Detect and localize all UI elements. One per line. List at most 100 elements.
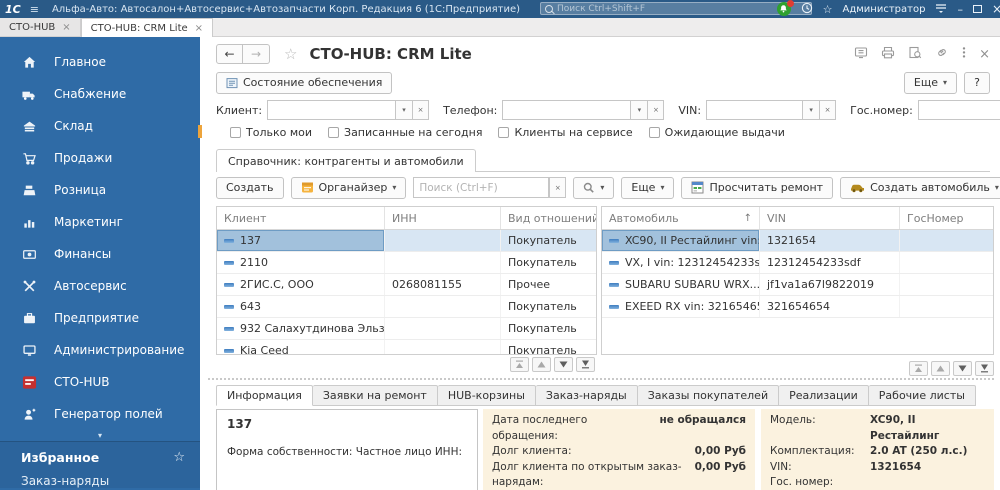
- sidebar-item-sklad[interactable]: Склад: [0, 110, 200, 142]
- tab-close-icon[interactable]: ×: [62, 22, 70, 33]
- chevron-down-icon[interactable]: ▾: [395, 100, 413, 120]
- chevron-down-icon[interactable]: ▾: [630, 100, 648, 120]
- inn-cell[interactable]: 0268081155: [385, 274, 501, 295]
- sidebar-item-finansy[interactable]: Финансы: [0, 238, 200, 270]
- car-cell[interactable]: EXEED RX vin: 321654654: [602, 296, 760, 317]
- client-cell[interactable]: 932 Салахутдинова Эльза Ри...: [217, 318, 385, 339]
- checkbox-box[interactable]: [328, 127, 340, 138]
- sidebar-item-sto-hub[interactable]: СТО-HUB: [0, 366, 200, 398]
- relation-cell[interactable]: Покупатель: [501, 252, 596, 273]
- checkbox-only-mine[interactable]: Только мои: [230, 126, 312, 139]
- save-settings-icon[interactable]: [854, 46, 868, 62]
- scroll-top-button[interactable]: [510, 357, 529, 372]
- more-actions-icon[interactable]: [962, 46, 966, 62]
- vin-cell[interactable]: jf1va1a67l9822019: [760, 274, 900, 295]
- tab-zakaz-naryady[interactable]: Заказ-наряды: [535, 385, 638, 406]
- link-icon[interactable]: [935, 46, 949, 62]
- inn-cell[interactable]: [385, 252, 501, 273]
- calc-repair-button[interactable]: Просчитать ремонт: [681, 176, 834, 199]
- checkbox-awaiting-delivery[interactable]: Ожидающие выдачи: [648, 126, 785, 139]
- sidebar-item-marketing[interactable]: Маркетинг: [0, 206, 200, 238]
- tab-realizacii[interactable]: Реализации: [779, 385, 869, 406]
- sidebar-item-snabzhenie[interactable]: Снабжение: [0, 78, 200, 110]
- restore-icon[interactable]: [972, 5, 982, 13]
- service-menu-icon[interactable]: [935, 3, 947, 16]
- current-user[interactable]: Администратор: [843, 4, 926, 15]
- scroll-up-button[interactable]: [931, 361, 950, 376]
- sidebar-item-predpriyatie[interactable]: Предприятие: [0, 302, 200, 334]
- organizer-button[interactable]: Органайзер ▾: [290, 176, 407, 199]
- phone-filter-input[interactable]: [502, 100, 631, 120]
- history-icon[interactable]: [801, 2, 813, 16]
- relation-cell[interactable]: Покупатель: [501, 318, 596, 339]
- notifications-bell-icon[interactable]: [776, 0, 794, 16]
- tab-hub-korziny[interactable]: HUB-корзины: [437, 385, 536, 406]
- car-cell[interactable]: XC90, II Рестайлинг vin: ...: [602, 230, 760, 251]
- table-row[interactable]: XC90, II Рестайлинг vin: ... 1321654: [602, 230, 993, 252]
- table-row[interactable]: 137 Покупатель: [217, 230, 596, 252]
- provision-state-button[interactable]: Состояние обеспечения: [216, 71, 393, 94]
- table-row[interactable]: 2ГИС.С, ООО 0268081155 Прочее: [217, 274, 596, 296]
- back-button[interactable]: ←: [216, 44, 243, 64]
- favorites-item-zakaz-naryady[interactable]: Заказ-наряды: [0, 469, 200, 488]
- add-to-favorites-star-icon[interactable]: ☆: [284, 45, 297, 63]
- horizontal-splitter[interactable]: [208, 378, 994, 380]
- tab-close-icon[interactable]: ×: [195, 23, 203, 34]
- table-row[interactable]: SUBARU SUBARU WRX... jf1va1a67l9822019: [602, 274, 993, 296]
- column-header-vin[interactable]: VIN: [760, 207, 900, 229]
- table-row[interactable]: Kia Ceed Покупатель: [217, 340, 596, 354]
- column-header-gosnomer[interactable]: ГосНомер: [900, 207, 993, 229]
- tab-informaciya[interactable]: Информация: [216, 385, 313, 406]
- relation-cell[interactable]: Покупатель: [501, 340, 596, 354]
- client-cell[interactable]: 643: [217, 296, 385, 317]
- client-cell[interactable]: 2ГИС.С, ООО: [217, 274, 385, 295]
- sidebar-collapse-chevron-icon[interactable]: ▾: [0, 430, 200, 442]
- table-row[interactable]: EXEED RX vin: 321654654 321654654: [602, 296, 993, 318]
- checkbox-box[interactable]: [648, 127, 660, 138]
- column-header-inn[interactable]: ИНН: [385, 207, 501, 229]
- gos-cell[interactable]: [900, 252, 993, 273]
- gos-cell[interactable]: [900, 296, 993, 317]
- global-search-input[interactable]: Поиск Ctrl+Shift+F: [540, 2, 812, 15]
- gos-cell[interactable]: [900, 230, 993, 251]
- inn-cell[interactable]: [385, 230, 501, 251]
- tab-zayavki-na-remont[interactable]: Заявки на ремонт: [312, 385, 438, 406]
- vin-cell[interactable]: 12312454233sdf: [760, 252, 900, 273]
- client-cell[interactable]: 2110: [217, 252, 385, 273]
- table-row[interactable]: VX, I vin: 12312454233sdf 12312454233sdf: [602, 252, 993, 274]
- scroll-down-button[interactable]: [554, 357, 573, 372]
- search-settings-button[interactable]: ▾: [573, 176, 615, 199]
- column-header-client[interactable]: Клиент: [217, 207, 385, 229]
- print-icon[interactable]: [881, 46, 895, 62]
- create-car-button[interactable]: Создать автомобиль ▾: [840, 176, 1000, 199]
- scroll-up-button[interactable]: [532, 357, 551, 372]
- more-button[interactable]: Еще ▾: [903, 71, 957, 94]
- client-cell[interactable]: 137: [217, 230, 385, 251]
- chevron-down-icon[interactable]: ▾: [802, 100, 820, 120]
- tab-zakazy-pokupatelej[interactable]: Заказы покупателей: [637, 385, 780, 406]
- clear-icon[interactable]: ×: [647, 100, 665, 120]
- gos-filter-input[interactable]: [917, 100, 1000, 120]
- vin-cell[interactable]: 321654654: [760, 296, 900, 317]
- list-more-button[interactable]: Еще ▾: [621, 176, 675, 199]
- sidebar-item-glavnoe[interactable]: Главное: [0, 46, 200, 78]
- inn-cell[interactable]: [385, 296, 501, 317]
- help-button[interactable]: ?: [964, 71, 990, 94]
- vin-filter-input[interactable]: [706, 100, 803, 120]
- inn-cell[interactable]: [385, 340, 501, 354]
- clear-icon[interactable]: ×: [819, 100, 837, 120]
- minimize-icon[interactable]: –: [957, 4, 963, 15]
- sidebar-item-prodazhi[interactable]: Продажи: [0, 142, 200, 174]
- scroll-down-button[interactable]: [953, 361, 972, 376]
- car-cell[interactable]: SUBARU SUBARU WRX...: [602, 274, 760, 295]
- scroll-top-button[interactable]: [909, 361, 928, 376]
- checkbox-box[interactable]: [498, 127, 510, 138]
- sidebar-item-roznica[interactable]: Розница: [0, 174, 200, 206]
- sidebar-item-generator-polej[interactable]: Генератор полей: [0, 398, 200, 430]
- checkbox-booked-today[interactable]: Записанные на сегодня: [328, 126, 482, 139]
- sidebar-item-administrirovanie[interactable]: Администрирование: [0, 334, 200, 366]
- vin-cell[interactable]: 1321654: [760, 230, 900, 251]
- column-header-relation[interactable]: Вид отношений: [501, 207, 596, 229]
- star-icon[interactable]: ☆: [173, 450, 185, 465]
- window-close-icon[interactable]: ×: [992, 2, 1000, 16]
